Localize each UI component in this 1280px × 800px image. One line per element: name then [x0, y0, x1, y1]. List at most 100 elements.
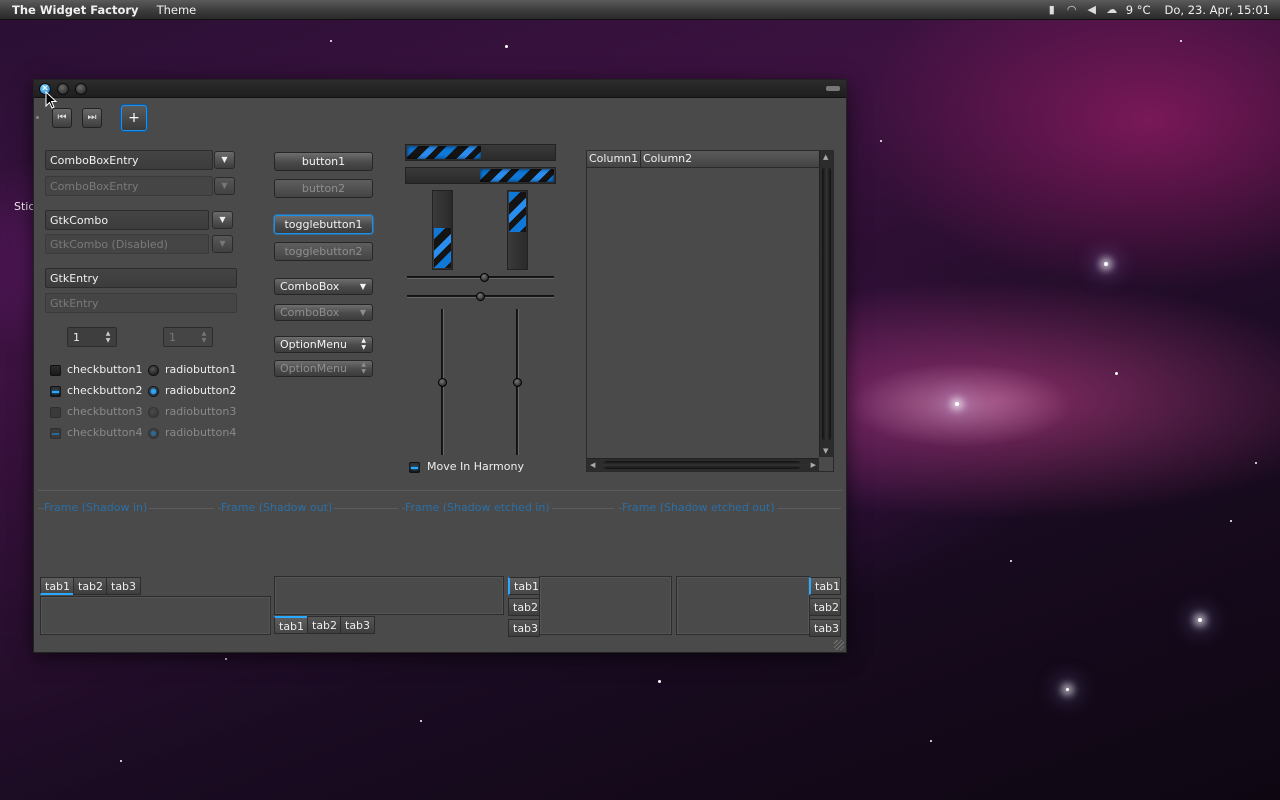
- star: [330, 40, 332, 42]
- star: [1180, 40, 1182, 42]
- vertical-progress-bar-ttb: [507, 190, 528, 270]
- add-button[interactable]: +: [121, 105, 147, 131]
- notebook1-tab3[interactable]: tab3: [106, 577, 142, 595]
- spin-button[interactable]: 1 ▲ ▼: [67, 327, 117, 347]
- notebook-bottom-tabs-page: [274, 576, 504, 615]
- volume-icon[interactable]: ◀: [1086, 4, 1098, 16]
- checkbutton1-box[interactable]: [50, 365, 61, 376]
- star: [1066, 688, 1069, 691]
- optionmenu[interactable]: OptionMenu ▲ ▼: [274, 336, 373, 353]
- weather-temperature[interactable]: 9 °C: [1126, 3, 1151, 17]
- notebook2-tab2[interactable]: tab2: [307, 616, 343, 634]
- gtkcombo-disabled-input: GtkCombo (Disabled): [45, 234, 209, 254]
- spin-arrows-icon[interactable]: ▲ ▼: [103, 330, 113, 344]
- go-last-button[interactable]: ⏭: [82, 108, 102, 128]
- wifi-icon[interactable]: ◠: [1066, 4, 1078, 16]
- notebook-left-tabs-page: [539, 576, 672, 635]
- star: [505, 45, 508, 48]
- optionmenu-label: OptionMenu: [280, 338, 347, 351]
- scale-knob[interactable]: [480, 273, 489, 282]
- togglebutton1[interactable]: togglebutton1: [274, 215, 373, 234]
- notebook4-tab2[interactable]: tab2: [809, 598, 841, 616]
- star: [225, 658, 227, 660]
- comboboxentry-disabled-input: ComboBoxEntry: [45, 176, 213, 196]
- notebook4-tab3[interactable]: tab3: [809, 619, 841, 637]
- tree-vertical-scrollbar[interactable]: ▲ ▼: [819, 151, 833, 457]
- gtkcombo-disabled-dropdown-button: ▼: [212, 235, 233, 253]
- notebook4-tab1[interactable]: tab1: [809, 577, 841, 595]
- theme-menu[interactable]: Theme: [157, 3, 197, 17]
- radiobutton2-circle[interactable]: [148, 386, 159, 397]
- radiobutton1-label[interactable]: radiobutton1: [165, 363, 236, 376]
- star: [1230, 520, 1232, 522]
- horizontal-progress-bar-ltr: [405, 144, 556, 161]
- scale-knob[interactable]: [438, 378, 447, 387]
- window-titlebar[interactable]: ✕: [34, 80, 846, 98]
- star: [1115, 372, 1118, 375]
- vertical-progress-bar-btt: [432, 190, 453, 270]
- tree-view[interactable]: Column1 Column2 ▲ ▼ ◀ ▶: [586, 150, 834, 472]
- notebook2-tab1[interactable]: tab1: [274, 616, 310, 634]
- checkbutton3-label: checkbutton3: [67, 405, 143, 418]
- scroll-up-icon[interactable]: ▲: [823, 153, 828, 161]
- minimize-window-button[interactable]: [57, 83, 69, 95]
- battery-icon[interactable]: ▮: [1046, 4, 1058, 16]
- move-in-harmony-label[interactable]: Move In Harmony: [427, 460, 524, 473]
- notebook1-tab1[interactable]: tab1: [40, 577, 76, 595]
- resize-grip-icon[interactable]: [834, 640, 844, 650]
- column1-header[interactable]: Column1: [589, 151, 638, 167]
- star: [1198, 618, 1202, 622]
- move-in-harmony-checkbox[interactable]: [409, 462, 420, 473]
- horizontal-progress-bar-rtl: [405, 167, 556, 184]
- checkbutton4-label: checkbutton4: [67, 426, 143, 439]
- scroll-down-icon[interactable]: ▼: [823, 447, 828, 455]
- notebook3-tab2[interactable]: tab2: [508, 598, 540, 616]
- notebook3-tab1[interactable]: tab1: [508, 577, 540, 595]
- optionmenu-disabled: OptionMenu ▲ ▼: [274, 360, 373, 377]
- shade-window-button[interactable]: [826, 86, 840, 91]
- app-menu-title[interactable]: The Widget Factory: [12, 3, 139, 17]
- gtkcombo-input[interactable]: GtkCombo: [45, 210, 209, 230]
- scroll-right-icon[interactable]: ▶: [811, 461, 816, 469]
- frame-shadow-etched-out-label: Frame (Shadow etched out): [622, 501, 777, 514]
- tree-horizontal-scrollbar[interactable]: ◀ ▶: [587, 458, 819, 471]
- button1[interactable]: button1: [274, 152, 373, 171]
- notebook3-tab3[interactable]: tab3: [508, 619, 540, 637]
- horizontal-separator: [38, 490, 842, 491]
- scale-knob[interactable]: [513, 378, 522, 387]
- radiobutton1-circle[interactable]: [148, 365, 159, 376]
- tree-header: Column1 Column2: [587, 151, 819, 168]
- radiobutton2-label[interactable]: radiobutton2: [165, 384, 236, 397]
- toolbar-handle[interactable]: [36, 116, 39, 119]
- checkbutton1-label[interactable]: checkbutton1: [67, 363, 143, 376]
- combobox[interactable]: ComboBox ▼: [274, 278, 373, 295]
- comboboxentry-dropdown-button[interactable]: ▼: [214, 151, 235, 169]
- column2-header[interactable]: Column2: [640, 151, 692, 167]
- combobox-disabled: ComboBox ▼: [274, 304, 373, 321]
- star: [120, 760, 122, 762]
- star: [658, 680, 661, 683]
- spin-arrows-icon: ▲ ▼: [201, 330, 207, 344]
- star: [880, 140, 882, 142]
- notebook2-tab3[interactable]: tab3: [340, 616, 376, 634]
- gtkcombo-dropdown-button[interactable]: ▼: [212, 211, 233, 229]
- go-first-button[interactable]: ⏮: [52, 108, 72, 128]
- optionmenu-disabled-label: OptionMenu: [280, 362, 347, 375]
- notebook1-tab2[interactable]: tab2: [73, 577, 109, 595]
- scale-knob[interactable]: [476, 292, 485, 301]
- desktop-icon-label[interactable]: Stic: [14, 200, 34, 213]
- checkbutton2-label[interactable]: checkbutton2: [67, 384, 143, 397]
- checkbutton3-box: [50, 407, 61, 418]
- gtkentry-disabled-field: GtkEntry: [45, 293, 237, 313]
- comboboxentry-input[interactable]: ComboBoxEntry: [45, 150, 213, 170]
- checkbutton2-box[interactable]: [50, 386, 61, 397]
- radiobutton4-circle: [148, 428, 159, 439]
- scrollbar-thumb[interactable]: [822, 167, 831, 441]
- maximize-window-button[interactable]: [75, 83, 87, 95]
- star: [420, 720, 422, 722]
- scroll-left-icon[interactable]: ◀: [590, 461, 595, 469]
- clock[interactable]: Do, 23. Apr, 15:01: [1165, 3, 1271, 17]
- weather-cloud-icon[interactable]: ☁: [1106, 4, 1118, 16]
- gtkentry-field[interactable]: GtkEntry: [45, 268, 237, 288]
- scrollbar-thumb[interactable]: [603, 461, 801, 469]
